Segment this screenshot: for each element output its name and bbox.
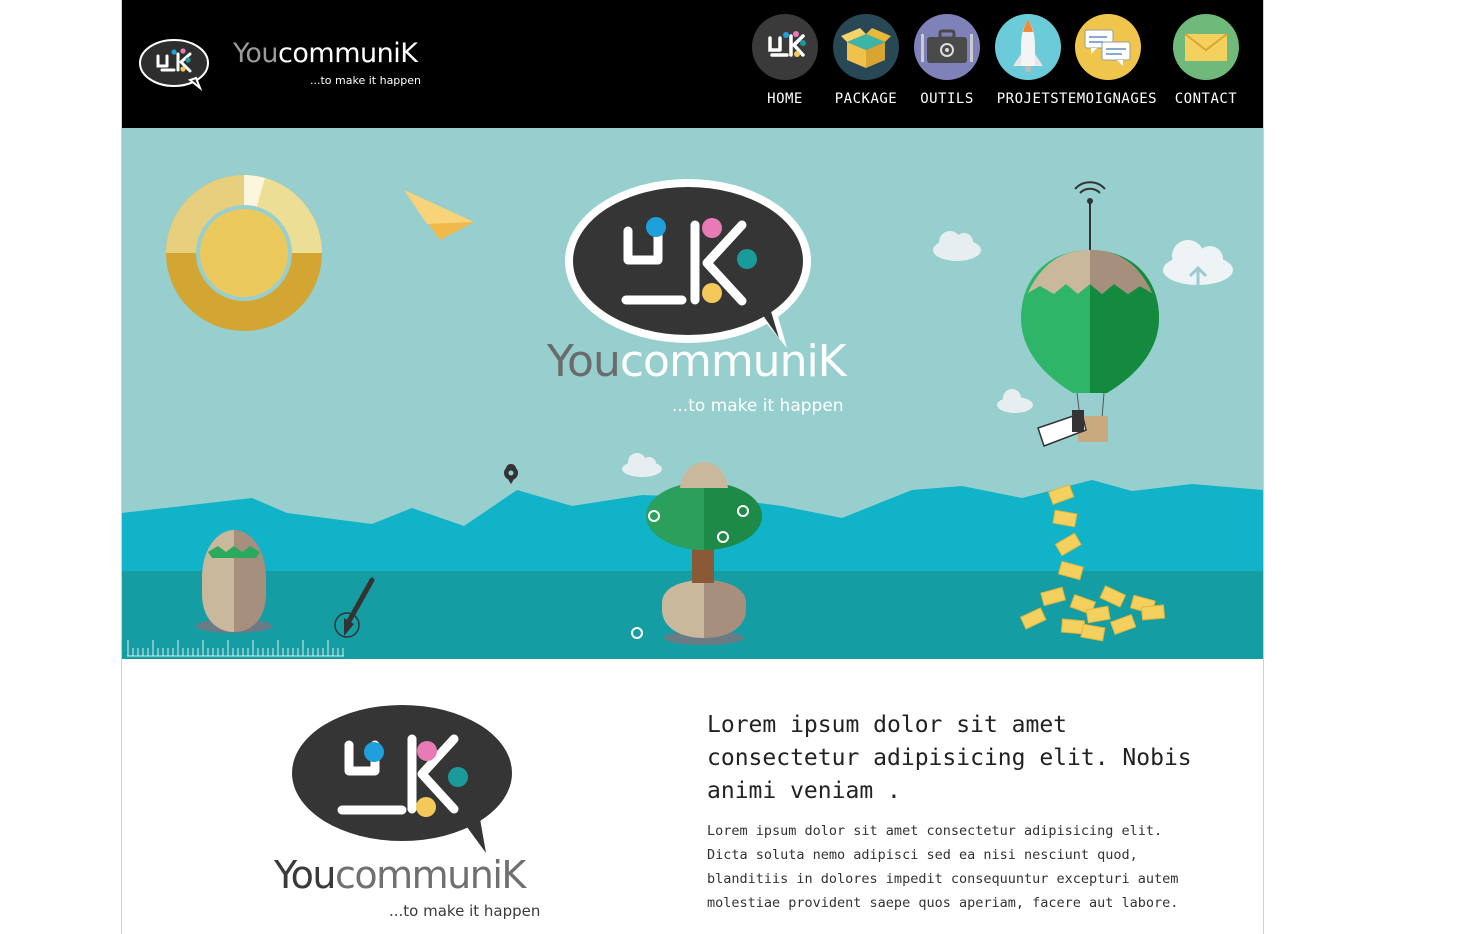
- envelope-icon: [1173, 14, 1239, 80]
- speech-bubble-logo-icon: [139, 39, 209, 92]
- intro-body: Lorem ipsum dolor sit amet consectetur a…: [707, 823, 1179, 911]
- nav-label-contact: CONTACT: [1174, 91, 1238, 107]
- location-pin-icon: [504, 464, 518, 484]
- hero-tagline: ...to make it happen: [672, 396, 844, 416]
- cloud-upload-icon: [1163, 240, 1233, 288]
- hero-illustration: [122, 175, 1263, 659]
- sun-icon: [166, 175, 322, 331]
- intro-wordmark: YoucommuniK: [274, 853, 526, 897]
- nav-contact[interactable]: CONTACT: [1156, 14, 1256, 114]
- hero-wordmark: YoucommuniK: [547, 336, 847, 387]
- intro-logo: YoucommuniK ...to make it happen: [274, 705, 574, 925]
- nav-label-temoignages: TEMOIGNAGES: [1058, 91, 1158, 107]
- site-container: YoucommuniK ...to make it happen HOME PA…: [121, 0, 1264, 934]
- intro-logo-bubble-icon: [292, 705, 512, 853]
- package-box-icon: [833, 14, 899, 80]
- intro-tagline: ...to make it happen: [389, 902, 541, 920]
- logo-tagline: ...to make it happen: [310, 74, 422, 87]
- speech-bubbles-icon: [1075, 14, 1141, 80]
- site-logo[interactable]: YoucommuniK ...to make it happen: [138, 36, 421, 92]
- intro-title: Lorem ipsum dolor sit amet consectetur a…: [707, 712, 1192, 804]
- hero-banner: YoucommuniK ...to make it happen: [122, 128, 1263, 659]
- paper-plane-icon: [404, 190, 474, 240]
- rocket-icon: [995, 14, 1061, 80]
- hero-logo-bubble-icon: [565, 179, 811, 348]
- logo-wordmark: YoucommuniK: [233, 38, 418, 69]
- intro-section: YoucommuniK ...to make it happen Lorem i…: [122, 659, 1263, 934]
- header-bar: YoucommuniK ...to make it happen HOME PA…: [122, 0, 1263, 128]
- toolbox-icon: [914, 14, 980, 80]
- hot-air-balloon-icon: [1021, 181, 1159, 447]
- nav-temoignages[interactable]: TEMOIGNAGES: [1058, 14, 1158, 114]
- ycK-logo-icon: [752, 14, 818, 80]
